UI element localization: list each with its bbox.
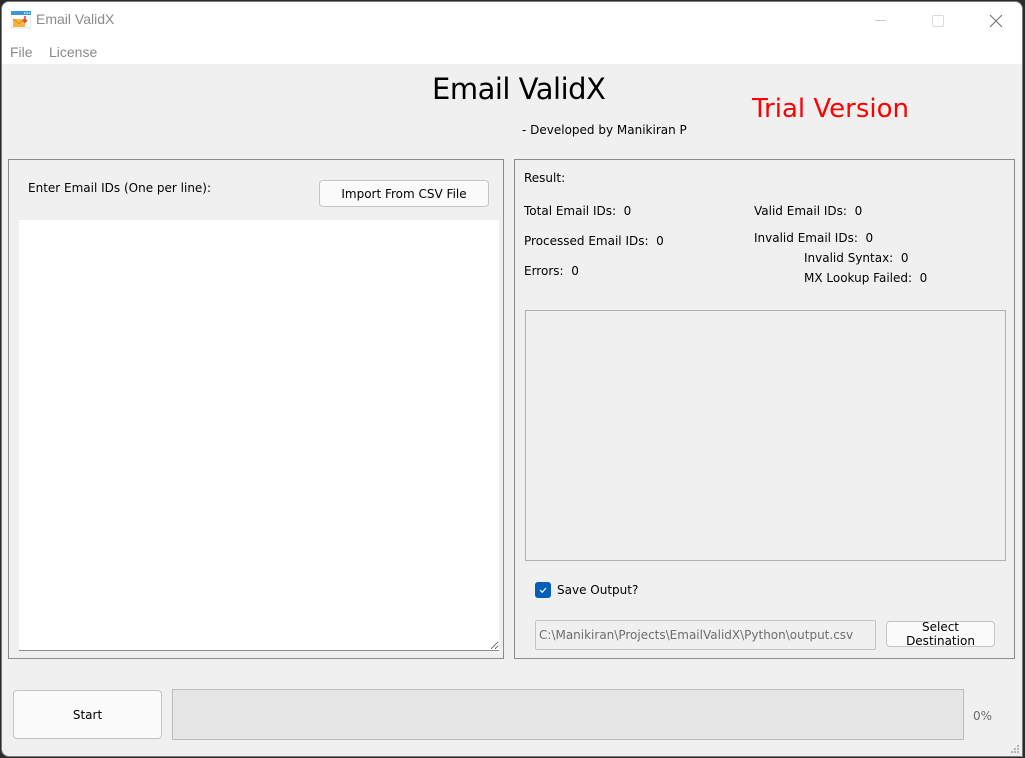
email-input-label: Enter Email IDs (One per line):	[28, 181, 212, 195]
result-panel: Result: Total Email IDs: 0 Processed Ema…	[514, 159, 1015, 659]
maximize-button[interactable]	[909, 2, 967, 40]
email-ids-textarea[interactable]	[19, 220, 499, 651]
invalid-syntax-stat: Invalid Syntax: 0	[804, 251, 909, 265]
stat-label: Valid Email IDs:	[754, 204, 847, 218]
total-email-ids-stat: Total Email IDs: 0	[524, 204, 631, 218]
stat-value: 0	[865, 231, 874, 245]
stat-label: Errors:	[524, 264, 564, 278]
minimize-button[interactable]	[851, 2, 909, 40]
save-output-label[interactable]: Save Output?	[557, 583, 638, 597]
title-bar[interactable]: Email ValidX	[2, 2, 1022, 40]
menu-bar: File License	[2, 40, 1022, 64]
progress-percent-label: 0%	[973, 709, 993, 723]
stat-label: Processed Email IDs:	[524, 234, 649, 248]
email-input-panel: Enter Email IDs (One per line): Import F…	[8, 159, 504, 659]
close-button[interactable]	[967, 2, 1022, 40]
menu-license[interactable]: License	[49, 44, 97, 60]
stat-label: MX Lookup Failed:	[804, 271, 913, 285]
stat-label: Invalid Syntax:	[804, 251, 894, 265]
stat-value: 0	[900, 251, 909, 265]
start-button[interactable]: Start	[13, 690, 162, 739]
trial-version-label: Trial Version	[752, 94, 910, 124]
window-title: Email ValidX	[36, 11, 115, 27]
stat-value: 0	[854, 204, 863, 218]
checkmark-icon	[539, 587, 547, 594]
menu-file[interactable]: File	[10, 44, 33, 60]
email-app-icon	[11, 11, 31, 29]
valid-email-ids-stat: Valid Email IDs: 0	[754, 204, 862, 218]
stat-label: Total Email IDs:	[524, 204, 617, 218]
select-destination-button[interactable]: Select Destination	[886, 620, 995, 648]
developer-credit: - Developed by Manikiran P	[522, 123, 687, 137]
app-window: Email ValidX File License Email ValidX -…	[1, 1, 1023, 757]
stat-value: 0	[571, 264, 579, 278]
maximize-icon	[932, 15, 944, 27]
mx-lookup-failed-stat: MX Lookup Failed: 0	[804, 271, 927, 285]
stat-value: 0	[623, 204, 632, 218]
progress-bar	[172, 689, 964, 740]
resize-grip-icon[interactable]	[1008, 742, 1020, 754]
output-path-field[interactable]: C:\Manikiran\Projects\EmailValidX\Python…	[535, 620, 876, 650]
stat-value: 0	[656, 234, 664, 248]
result-output-box[interactable]	[525, 310, 1006, 561]
app-heading: Email ValidX	[432, 72, 606, 106]
stat-value: 0	[919, 271, 928, 285]
errors-stat: Errors: 0	[524, 264, 579, 278]
result-title: Result:	[524, 171, 566, 185]
minimize-icon	[875, 20, 886, 21]
import-csv-button[interactable]: Import From CSV File	[319, 180, 489, 207]
save-output-checkbox[interactable]	[535, 582, 551, 598]
invalid-email-ids-stat: Invalid Email IDs: 0	[754, 231, 873, 245]
stat-label: Invalid Email IDs:	[754, 231, 858, 245]
processed-email-ids-stat: Processed Email IDs: 0	[524, 234, 664, 248]
close-icon	[989, 14, 1003, 28]
